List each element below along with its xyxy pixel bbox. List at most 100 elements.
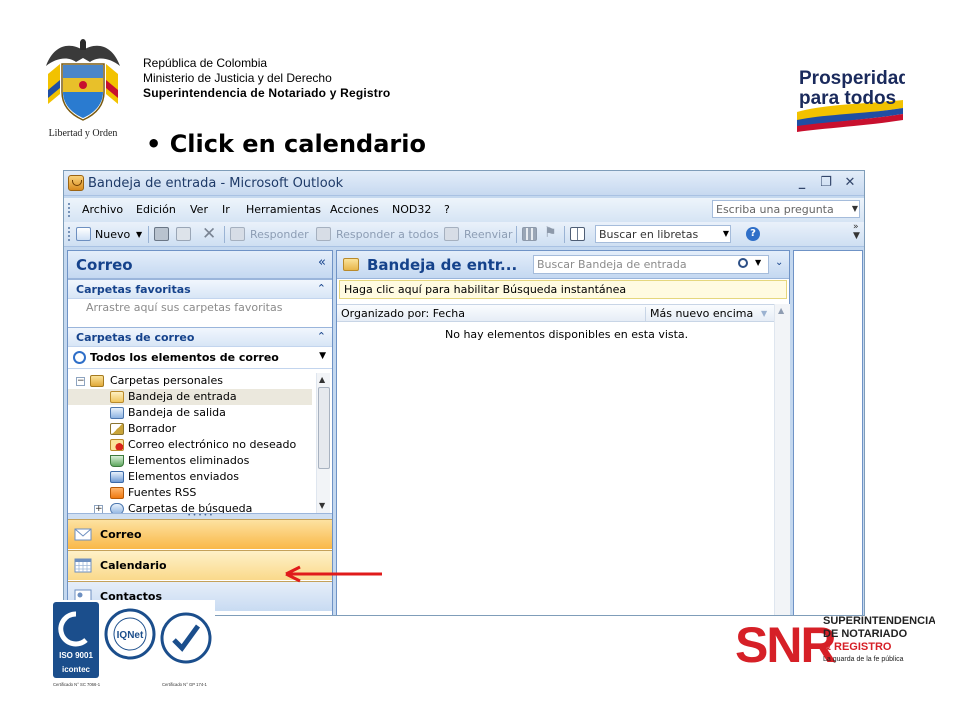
cert-left-label: Certificado N° SC 7066-1 xyxy=(53,682,101,687)
scroll-up-icon[interactable]: ▲ xyxy=(778,306,784,315)
forward-button[interactable]: Reenviar xyxy=(464,228,513,241)
inbox-icon xyxy=(110,391,124,403)
reply-all-icon xyxy=(316,227,331,241)
tree-item-outbox[interactable]: Bandeja de salida xyxy=(68,405,312,421)
move-icon[interactable] xyxy=(176,227,191,241)
expand-query-icon[interactable]: ⌄ xyxy=(775,257,783,268)
motto-text: Libertad y Orden xyxy=(49,128,118,139)
all-mail-items-selector[interactable]: Todos los elementos de correo ▼ xyxy=(68,347,332,369)
chevron-down-icon[interactable]: ▼ xyxy=(755,258,761,267)
sort-order-label[interactable]: Más nuevo encima xyxy=(645,307,775,321)
superintendence-line: Superintendencia de Notariado y Registro xyxy=(143,86,391,100)
scroll-down-icon[interactable]: ▼ xyxy=(319,501,325,510)
cert-right-label: Certificado N° GP 174-1 xyxy=(162,682,208,687)
sort-caret-icon[interactable]: ▼ xyxy=(761,309,767,318)
outlook-window: Bandeja de entrada - Microsoft Outlook _… xyxy=(63,170,865,616)
menu-ir[interactable]: Ir xyxy=(222,203,230,216)
chevron-down-icon[interactable]: ▼ xyxy=(319,351,326,361)
prosperidad-line1: Prosperidad xyxy=(799,68,905,89)
mail-list-scrollbar[interactable]: ▲ xyxy=(774,304,790,615)
scroll-up-icon[interactable]: ▲ xyxy=(319,375,325,384)
inbox-search-input[interactable]: Buscar Bandeja de entrada xyxy=(533,255,769,274)
chevron-up-icon[interactable]: ⌃ xyxy=(317,330,326,343)
chevron-down-icon[interactable]: ▼ xyxy=(720,226,732,242)
favorites-header[interactable]: Carpetas favoritas ⌃ xyxy=(68,279,332,299)
instant-search-bar[interactable]: Haga clic aquí para habilitar Búsqueda i… xyxy=(339,280,787,299)
reply-button[interactable]: Responder xyxy=(250,228,309,241)
chevron-down-icon[interactable]: ▼ xyxy=(849,201,861,217)
minimize-button[interactable]: _ xyxy=(792,174,812,192)
junk-mail-icon xyxy=(110,439,124,451)
scroll-thumb[interactable] xyxy=(318,387,330,469)
tree-item-sent[interactable]: Elementos enviados xyxy=(68,469,312,485)
calendar-icon xyxy=(74,558,92,573)
menu-help[interactable]: ? xyxy=(444,203,450,216)
menu-archivo[interactable]: Archivo xyxy=(82,203,123,216)
tree-item-junk[interactable]: Correo electrónico no deseado xyxy=(68,437,312,453)
restore-button[interactable]: ❐ xyxy=(816,174,836,192)
tree-item-personal-folders[interactable]: − Carpetas personales xyxy=(68,373,312,389)
toolbar-overflow-icon[interactable]: » ▼ xyxy=(853,223,860,241)
menu-nod32[interactable]: NOD32 xyxy=(392,203,431,216)
menu-herramientas[interactable]: Herramientas xyxy=(246,203,321,216)
reply-icon xyxy=(230,227,245,241)
deleted-items-icon xyxy=(110,455,124,467)
outbox-icon xyxy=(110,407,124,419)
chevron-up-icon[interactable]: ⌃ xyxy=(317,282,326,295)
menu-acciones[interactable]: Acciones xyxy=(330,203,379,216)
nav-button-label: Correo xyxy=(100,528,142,541)
favorites-header-label: Carpetas favoritas xyxy=(76,283,191,296)
new-mail-icon xyxy=(76,227,91,241)
toolbar-separator xyxy=(564,226,565,243)
toolbar-separator xyxy=(516,226,517,243)
address-book-search-input[interactable]: Buscar en libretas xyxy=(595,225,731,243)
folder-icon xyxy=(343,258,359,271)
collapse-pane-icon[interactable]: « xyxy=(318,255,326,270)
flag-icon[interactable]: ⚑ xyxy=(544,225,557,241)
menu-edicion[interactable]: Edición xyxy=(136,203,176,216)
search-icon[interactable] xyxy=(738,258,748,268)
tree-item-label: Bandeja de entrada xyxy=(128,390,237,403)
arrange-by-label[interactable]: Organizado por: Fecha xyxy=(341,307,465,320)
mail-folders-header[interactable]: Carpetas de correo ⌃ xyxy=(68,327,332,347)
categorize-icon[interactable] xyxy=(522,227,537,241)
tree-item-label: Correo electrónico no deseado xyxy=(128,438,297,451)
iso-label: ISO 9001 xyxy=(59,651,93,660)
menu-grip-icon xyxy=(68,203,71,217)
snr-tagline: La guarda de la fe pública xyxy=(823,656,904,663)
coat-of-arms-logo: Libertad y Orden xyxy=(46,39,120,139)
reading-pane xyxy=(793,250,863,615)
mail-folders-header-label: Carpetas de correo xyxy=(76,331,195,344)
nav-button-mail[interactable]: Correo xyxy=(68,519,332,549)
folder-tree-scrollbar[interactable]: ▲ ▼ xyxy=(316,373,330,513)
tree-item-drafts[interactable]: Borrador xyxy=(68,421,312,437)
nav-header: Correo « xyxy=(68,251,332,279)
tree-item-deleted[interactable]: Elementos eliminados xyxy=(68,453,312,469)
help-icon[interactable]: ? xyxy=(746,227,760,241)
menu-ver[interactable]: Ver xyxy=(190,203,208,216)
nav-title: Correo xyxy=(76,256,133,274)
navigation-pane: Correo « Carpetas favoritas ⌃ Arrastre a… xyxy=(67,250,333,615)
snr-line1: SUPERINTENDENCIA xyxy=(823,615,935,627)
ask-question-input[interactable]: Escriba una pregunta xyxy=(712,200,860,218)
address-book-icon[interactable] xyxy=(570,227,585,241)
folder-tree: − Carpetas personales Bandeja de entrada… xyxy=(68,373,332,513)
slide-instruction: • Click en calendario xyxy=(146,130,426,158)
sent-items-icon xyxy=(110,471,124,483)
snr-line3: & REGISTRO xyxy=(823,641,892,653)
window-title: Bandeja de entrada - Microsoft Outlook xyxy=(88,176,344,191)
close-button[interactable]: ✕ xyxy=(840,174,860,192)
tree-item-inbox[interactable]: Bandeja de entrada xyxy=(68,389,312,405)
tree-item-label: Fuentes RSS xyxy=(128,486,197,499)
tree-item-label: Elementos eliminados xyxy=(128,454,250,467)
reply-all-button[interactable]: Responder a todos xyxy=(336,228,439,241)
collapse-icon[interactable]: − xyxy=(76,377,85,386)
expand-icon[interactable]: + xyxy=(94,505,103,513)
new-button[interactable]: Nuevo xyxy=(95,228,130,241)
tree-item-rss[interactable]: Fuentes RSS xyxy=(68,485,312,501)
print-icon[interactable] xyxy=(154,227,169,241)
arrange-by-bar[interactable]: Organizado por: Fecha Más nuevo encima ▼ xyxy=(337,304,774,322)
delete-icon[interactable]: ✕ xyxy=(202,224,216,244)
new-dropdown-icon[interactable]: ▼ xyxy=(136,230,142,239)
rss-icon xyxy=(110,487,124,499)
